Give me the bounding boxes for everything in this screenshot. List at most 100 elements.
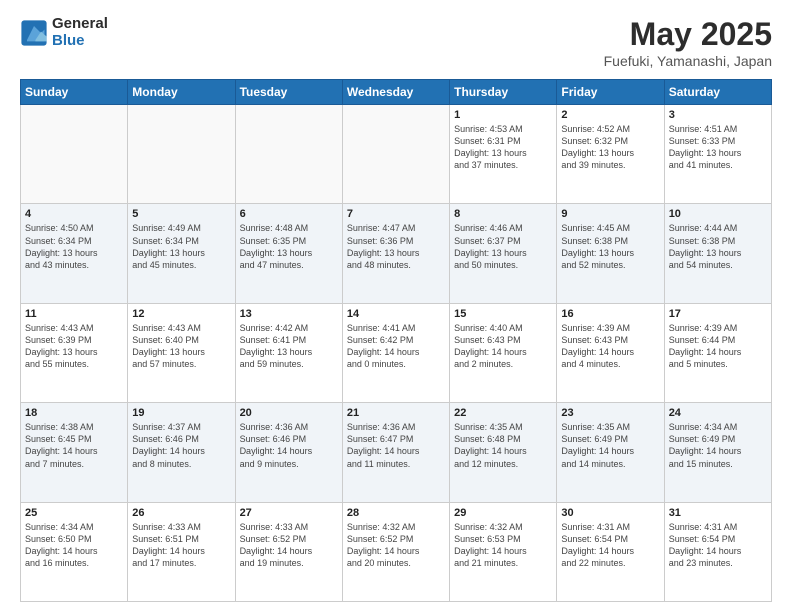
day-number: 10 <box>669 208 767 220</box>
table-row: 4 Sunrise: 4:50 AM Sunset: 6:34 PM Daylig… <box>21 204 128 303</box>
day-detail: Sunrise: 4:47 AM Sunset: 6:36 PM Dayligh… <box>347 222 445 271</box>
table-row: 17 Sunrise: 4:39 AM Sunset: 6:44 PM Dayli… <box>664 303 771 402</box>
day-number: 13 <box>240 308 338 320</box>
table-row: 7 Sunrise: 4:47 AM Sunset: 6:36 PM Daylig… <box>342 204 449 303</box>
day-detail: Sunrise: 4:33 AM Sunset: 6:52 PM Dayligh… <box>240 521 338 570</box>
week-row-4: 18Sunrise: 4:38 AM Sunset: 6:45 PM Dayli… <box>21 403 772 502</box>
day-detail: Sunrise: 4:33 AM Sunset: 6:51 PM Dayligh… <box>132 521 230 570</box>
table-row: 15 Sunrise: 4:40 AM Sunset: 6:43 PM Dayli… <box>450 303 557 402</box>
day-number: 25 <box>25 507 123 519</box>
table-row: 27 Sunrise: 4:33 AM Sunset: 6:52 PM Dayli… <box>235 502 342 601</box>
day-detail: Sunrise: 4:39 AM Sunset: 6:43 PM Dayligh… <box>561 322 659 371</box>
table-row: 3Sunrise: 4:51 AM Sunset: 6:33 PM Daylig… <box>664 105 771 204</box>
header-wednesday: Wednesday <box>342 80 449 105</box>
header-monday: Monday <box>128 80 235 105</box>
day-detail: Sunrise: 4:34 AM Sunset: 6:49 PM Dayligh… <box>669 421 767 470</box>
day-detail: Sunrise: 4:45 AM Sunset: 6:38 PM Dayligh… <box>561 222 659 271</box>
title-block: May 2025 Fuefuki, Yamanashi, Japan <box>604 16 772 69</box>
header: General Blue May 2025 Fuefuki, Yamanashi… <box>20 16 772 69</box>
week-row-3: 11Sunrise: 4:43 AM Sunset: 6:39 PM Dayli… <box>21 303 772 402</box>
logo-line1: General <box>52 16 108 33</box>
day-number: 8 <box>454 208 552 220</box>
day-number: 18 <box>25 407 123 419</box>
table-row: 5 Sunrise: 4:49 AM Sunset: 6:34 PM Daylig… <box>128 204 235 303</box>
day-number: 29 <box>454 507 552 519</box>
day-detail: Sunrise: 4:51 AM Sunset: 6:33 PM Dayligh… <box>669 123 767 172</box>
table-row: 30Sunrise: 4:31 AM Sunset: 6:54 PM Dayli… <box>557 502 664 601</box>
table-row: 11Sunrise: 4:43 AM Sunset: 6:39 PM Dayli… <box>21 303 128 402</box>
day-number: 26 <box>132 507 230 519</box>
day-detail: Sunrise: 4:43 AM Sunset: 6:40 PM Dayligh… <box>132 322 230 371</box>
day-number: 24 <box>669 407 767 419</box>
day-number: 31 <box>669 507 767 519</box>
day-detail: Sunrise: 4:36 AM Sunset: 6:47 PM Dayligh… <box>347 421 445 470</box>
day-number: 27 <box>240 507 338 519</box>
day-number: 14 <box>347 308 445 320</box>
day-detail: Sunrise: 4:32 AM Sunset: 6:52 PM Dayligh… <box>347 521 445 570</box>
header-thursday: Thursday <box>450 80 557 105</box>
table-row: 25 Sunrise: 4:34 AM Sunset: 6:50 PM Dayli… <box>21 502 128 601</box>
table-row: 19Sunrise: 4:37 AM Sunset: 6:46 PM Dayli… <box>128 403 235 502</box>
day-number: 11 <box>25 308 123 320</box>
logo: General Blue <box>20 16 108 49</box>
table-row: 24 Sunrise: 4:34 AM Sunset: 6:49 PM Dayli… <box>664 403 771 502</box>
day-detail: Sunrise: 4:37 AM Sunset: 6:46 PM Dayligh… <box>132 421 230 470</box>
table-row: 6Sunrise: 4:48 AM Sunset: 6:35 PM Daylig… <box>235 204 342 303</box>
day-detail: Sunrise: 4:35 AM Sunset: 6:48 PM Dayligh… <box>454 421 552 470</box>
table-row: 29 Sunrise: 4:32 AM Sunset: 6:53 PM Dayli… <box>450 502 557 601</box>
day-number: 20 <box>240 407 338 419</box>
day-number: 16 <box>561 308 659 320</box>
day-detail: Sunrise: 4:31 AM Sunset: 6:54 PM Dayligh… <box>561 521 659 570</box>
table-row <box>128 105 235 204</box>
day-number: 5 <box>132 208 230 220</box>
table-row: 14 Sunrise: 4:41 AM Sunset: 6:42 PM Dayli… <box>342 303 449 402</box>
day-detail: Sunrise: 4:32 AM Sunset: 6:53 PM Dayligh… <box>454 521 552 570</box>
day-detail: Sunrise: 4:49 AM Sunset: 6:34 PM Dayligh… <box>132 222 230 271</box>
day-detail: Sunrise: 4:44 AM Sunset: 6:38 PM Dayligh… <box>669 222 767 271</box>
day-detail: Sunrise: 4:52 AM Sunset: 6:32 PM Dayligh… <box>561 123 659 172</box>
header-friday: Friday <box>557 80 664 105</box>
calendar-subtitle: Fuefuki, Yamanashi, Japan <box>604 53 772 69</box>
table-row: 18Sunrise: 4:38 AM Sunset: 6:45 PM Dayli… <box>21 403 128 502</box>
day-number: 7 <box>347 208 445 220</box>
day-detail: Sunrise: 4:50 AM Sunset: 6:34 PM Dayligh… <box>25 222 123 271</box>
day-detail: Sunrise: 4:41 AM Sunset: 6:42 PM Dayligh… <box>347 322 445 371</box>
table-row: 22 Sunrise: 4:35 AM Sunset: 6:48 PM Dayli… <box>450 403 557 502</box>
day-number: 12 <box>132 308 230 320</box>
week-row-2: 4 Sunrise: 4:50 AM Sunset: 6:34 PM Daylig… <box>21 204 772 303</box>
day-number: 4 <box>25 208 123 220</box>
table-row <box>21 105 128 204</box>
table-row: 28 Sunrise: 4:32 AM Sunset: 6:52 PM Dayli… <box>342 502 449 601</box>
calendar-title: May 2025 <box>604 16 772 53</box>
day-number: 17 <box>669 308 767 320</box>
calendar-page: General Blue May 2025 Fuefuki, Yamanashi… <box>0 0 792 612</box>
day-detail: Sunrise: 4:42 AM Sunset: 6:41 PM Dayligh… <box>240 322 338 371</box>
header-saturday: Saturday <box>664 80 771 105</box>
table-row: 13 Sunrise: 4:42 AM Sunset: 6:41 PM Dayli… <box>235 303 342 402</box>
table-row: 16 Sunrise: 4:39 AM Sunset: 6:43 PM Dayli… <box>557 303 664 402</box>
day-number: 2 <box>561 109 659 121</box>
day-number: 22 <box>454 407 552 419</box>
day-detail: Sunrise: 4:34 AM Sunset: 6:50 PM Dayligh… <box>25 521 123 570</box>
day-detail: Sunrise: 4:31 AM Sunset: 6:54 PM Dayligh… <box>669 521 767 570</box>
day-number: 28 <box>347 507 445 519</box>
day-number: 9 <box>561 208 659 220</box>
week-row-1: 1Sunrise: 4:53 AM Sunset: 6:31 PM Daylig… <box>21 105 772 204</box>
table-row <box>342 105 449 204</box>
table-row: 21Sunrise: 4:36 AM Sunset: 6:47 PM Dayli… <box>342 403 449 502</box>
table-row: 1Sunrise: 4:53 AM Sunset: 6:31 PM Daylig… <box>450 105 557 204</box>
week-row-5: 25 Sunrise: 4:34 AM Sunset: 6:50 PM Dayli… <box>21 502 772 601</box>
day-detail: Sunrise: 4:40 AM Sunset: 6:43 PM Dayligh… <box>454 322 552 371</box>
day-detail: Sunrise: 4:48 AM Sunset: 6:35 PM Dayligh… <box>240 222 338 271</box>
day-number: 15 <box>454 308 552 320</box>
calendar-table: Sunday Monday Tuesday Wednesday Thursday… <box>20 79 772 602</box>
day-detail: Sunrise: 4:39 AM Sunset: 6:44 PM Dayligh… <box>669 322 767 371</box>
day-number: 23 <box>561 407 659 419</box>
table-row: 23 Sunrise: 4:35 AM Sunset: 6:49 PM Dayli… <box>557 403 664 502</box>
logo-icon <box>20 19 48 47</box>
weekday-header-row: Sunday Monday Tuesday Wednesday Thursday… <box>21 80 772 105</box>
day-detail: Sunrise: 4:46 AM Sunset: 6:37 PM Dayligh… <box>454 222 552 271</box>
day-detail: Sunrise: 4:35 AM Sunset: 6:49 PM Dayligh… <box>561 421 659 470</box>
logo-line2: Blue <box>52 33 108 50</box>
table-row: 9 Sunrise: 4:45 AM Sunset: 6:38 PM Daylig… <box>557 204 664 303</box>
